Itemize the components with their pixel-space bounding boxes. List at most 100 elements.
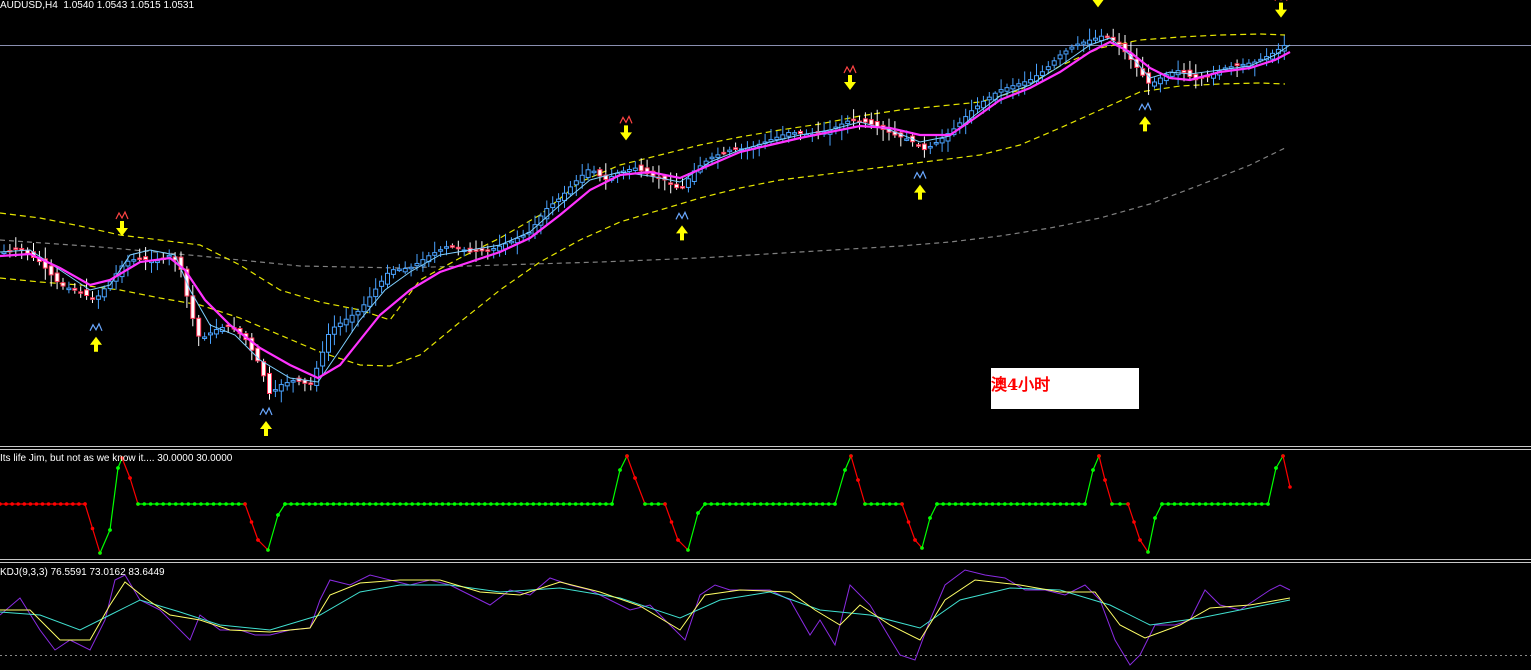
stepline-dot [649, 502, 654, 506]
stepline-dot [1235, 502, 1239, 506]
stepline-dot [410, 502, 414, 506]
stepline-dot [669, 520, 674, 524]
stepline-dot [218, 502, 222, 506]
stepline-dot [567, 502, 572, 506]
candle-body [1240, 63, 1246, 67]
candle-body [385, 272, 390, 285]
stepline-dot [1247, 502, 1252, 506]
stepline-segment [1092, 455, 1100, 471]
stepline-dot [1166, 502, 1171, 506]
stepline-dot [507, 502, 511, 506]
candle-body [137, 257, 143, 261]
stepline-dot [740, 502, 744, 506]
candle-body [95, 295, 101, 300]
candle-body [154, 260, 160, 264]
stepline-dot [295, 502, 299, 506]
stepline-dot [16, 502, 21, 506]
candle-body [1169, 72, 1175, 77]
stepline-dot [446, 502, 451, 506]
stepline-segment [1267, 467, 1277, 505]
sell-arrow-icon [1274, 0, 1288, 18]
candle-body [975, 105, 980, 110]
candle-body [715, 154, 721, 158]
candle-body [402, 267, 408, 273]
candle-body [1093, 37, 1098, 41]
candle-body [916, 144, 921, 147]
stepline-dot [796, 502, 800, 506]
stepline-dot [996, 502, 1001, 506]
stepline-dot [1064, 502, 1069, 506]
candle-body [432, 252, 438, 256]
candle-body [373, 288, 379, 298]
stepline-dot [1203, 502, 1208, 506]
candle-body [479, 248, 485, 252]
candle-body [190, 295, 196, 319]
stepline-dot [148, 502, 153, 506]
sell-arrow-icon [619, 114, 633, 141]
stepline-dot [537, 502, 542, 506]
candle-body [980, 100, 986, 109]
stepline-dot [618, 468, 622, 472]
stepline-dot [966, 502, 970, 506]
chart-header: AUDUSD,H4 1.0540 1.0543 1.0515 1.0531 [0, 0, 194, 12]
stepline-dot [211, 502, 216, 506]
stepline-dot [1003, 502, 1007, 506]
stepline-segment [1098, 455, 1106, 481]
stepline-dot [266, 548, 270, 552]
stepline-dot [746, 502, 751, 506]
stepline-dot [561, 502, 566, 506]
stepline-dot [386, 502, 390, 506]
candle-body [591, 170, 597, 174]
kdj-panel [0, 569, 1291, 666]
stepline-dot [953, 502, 958, 506]
stepline-dot [758, 502, 763, 506]
candle-body [904, 138, 910, 141]
stepline-dot [863, 502, 867, 506]
stepline-dot [116, 466, 120, 470]
candle-body [792, 132, 798, 135]
candle-body [556, 198, 562, 203]
candle-body [379, 280, 385, 287]
stepline-dot [392, 502, 396, 506]
candle-body [208, 332, 213, 336]
candle-body [579, 174, 585, 183]
candle-body [573, 180, 579, 186]
stepline-dot [236, 502, 241, 506]
stepline-dot [428, 502, 433, 506]
candle-body [337, 322, 343, 328]
stepline-segment [1147, 517, 1156, 553]
candle-body [284, 382, 290, 387]
stepline-dot [856, 478, 860, 482]
stepline-dot [283, 502, 287, 506]
stepline-dot [1222, 502, 1227, 506]
stepline-dot [28, 502, 33, 506]
candle-body [485, 249, 491, 252]
stepline-dot [337, 502, 342, 506]
stepline-dot [1046, 502, 1050, 506]
stepline-dot [625, 454, 629, 458]
stepline-dot [398, 502, 402, 506]
stepline-dot [71, 502, 75, 506]
stepline-segment [921, 517, 931, 549]
candle-body [473, 249, 479, 252]
stepline-dot [199, 502, 203, 506]
stepline-dot [361, 502, 366, 506]
stepline-dot [765, 502, 769, 506]
stepline-dot [947, 502, 952, 506]
stepline-dot [875, 502, 880, 506]
candle-body [845, 120, 851, 125]
stepline-dot [1132, 520, 1136, 524]
candle-body [567, 186, 573, 195]
stepline-dot [802, 502, 806, 506]
stepline-segment [267, 514, 279, 551]
symbol-label: AUDUSD,H4 [0, 0, 58, 11]
stepline-dot [833, 502, 837, 506]
stepline-segment [129, 477, 139, 505]
stepline-dot [416, 502, 421, 506]
candle-body [1057, 54, 1063, 60]
stepline-segment [834, 469, 846, 505]
stepline-dot [349, 502, 354, 506]
candle-body [1004, 87, 1010, 92]
stepline-dot [483, 502, 487, 506]
stepline-segment [277, 503, 286, 516]
